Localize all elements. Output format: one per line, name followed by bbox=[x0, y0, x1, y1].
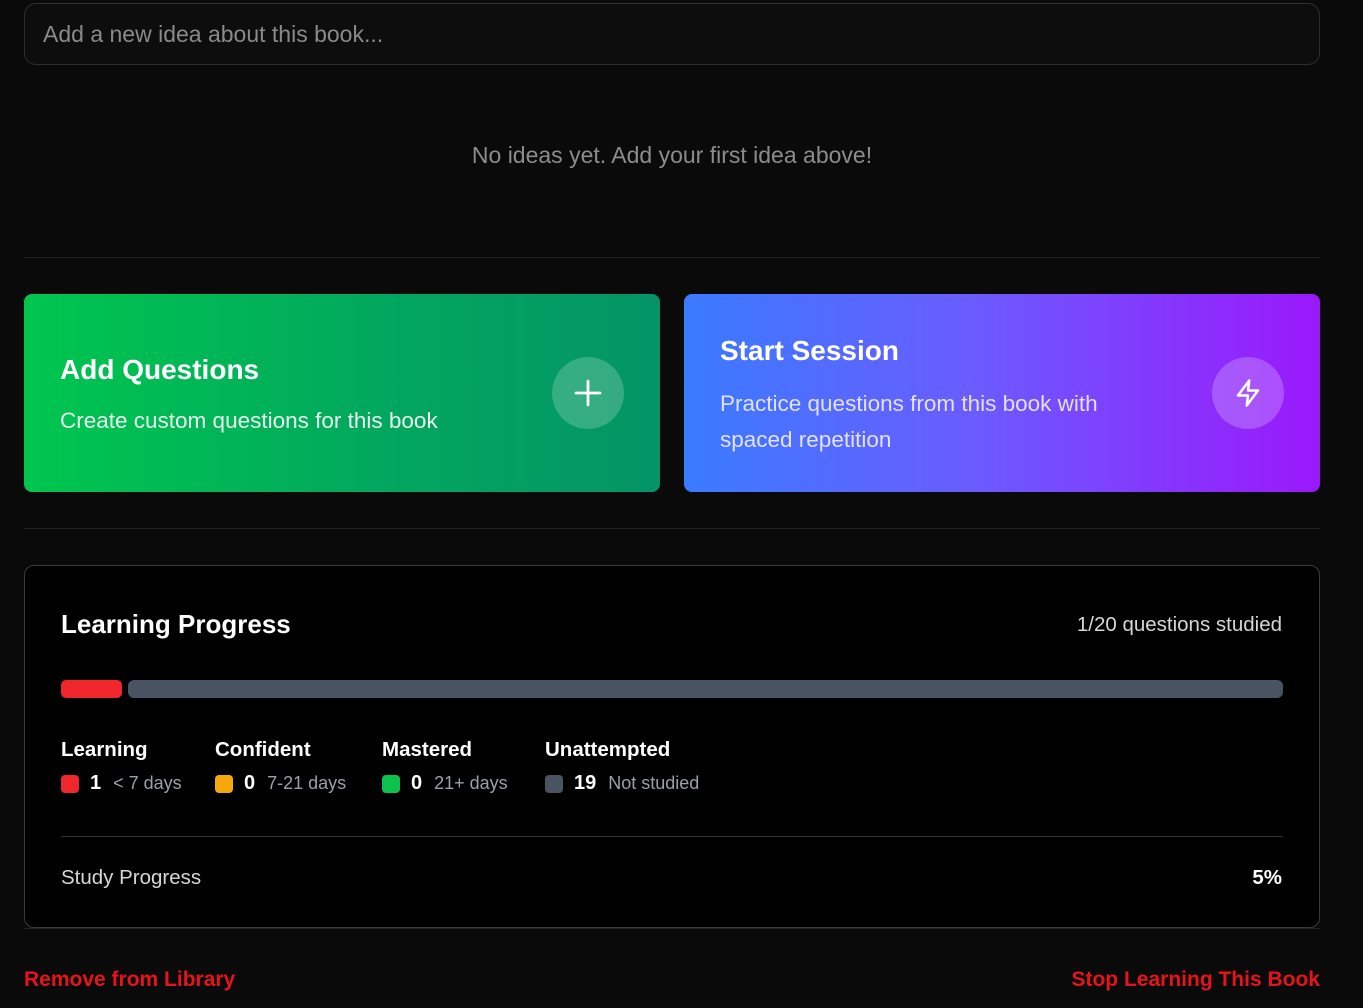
plus-icon bbox=[574, 379, 602, 407]
legend-mastered: Mastered 0 21+ days bbox=[382, 738, 508, 795]
start-session-description: Practice questions from this book with s… bbox=[720, 391, 1098, 452]
legend-count: 0 bbox=[411, 772, 423, 794]
status-dot bbox=[215, 774, 233, 793]
add-questions-button[interactable] bbox=[552, 357, 624, 429]
lightning-icon bbox=[1236, 379, 1260, 407]
ideas-empty-message: No ideas yet. Add your first idea above! bbox=[471, 142, 873, 168]
add-questions-title: Add Questions bbox=[60, 354, 260, 385]
status-dot bbox=[545, 774, 563, 793]
section-divider bbox=[24, 528, 1320, 529]
legend-description: < 7 days bbox=[113, 773, 182, 793]
legend-description: Not studied bbox=[608, 773, 700, 793]
new-idea-input[interactable] bbox=[24, 3, 1320, 65]
stop-learning-button[interactable]: Stop Learning This Book bbox=[1071, 968, 1320, 992]
progress-bar-learning-segment bbox=[61, 680, 122, 698]
legend-label: Mastered bbox=[382, 738, 473, 761]
legend-learning: Learning 1 < 7 days bbox=[61, 738, 182, 795]
study-progress-label: Study Progress bbox=[61, 866, 202, 889]
status-dot bbox=[382, 774, 400, 793]
learning-progress-title: Learning Progress bbox=[61, 609, 291, 639]
legend-label: Confident bbox=[215, 738, 311, 761]
learning-progress-card: Learning Progress 1/20 questions studied… bbox=[24, 565, 1320, 928]
legend-count: 0 bbox=[244, 772, 256, 794]
add-questions-description: Create custom questions for this book bbox=[60, 408, 438, 433]
study-progress-value: 5% bbox=[1252, 866, 1282, 889]
legend-description: 21+ days bbox=[434, 773, 508, 793]
remove-from-library-button[interactable]: Remove from Library bbox=[24, 968, 235, 992]
legend-count: 1 bbox=[90, 772, 102, 794]
legend-label: Learning bbox=[61, 738, 148, 761]
add-questions-card[interactable]: Add Questions Create custom questions fo… bbox=[24, 294, 660, 492]
start-session-card[interactable]: Start Session Practice questions from th… bbox=[684, 294, 1320, 492]
start-session-title: Start Session bbox=[720, 335, 899, 366]
legend-description: 7-21 days bbox=[267, 773, 347, 793]
status-dot bbox=[61, 774, 79, 793]
progress-bar-unattempted-segment bbox=[128, 680, 1283, 698]
legend-confident: Confident 0 7-21 days bbox=[215, 738, 346, 795]
legend-count: 19 bbox=[574, 772, 597, 794]
legend-label: Unattempted bbox=[545, 738, 671, 761]
questions-studied-count: 1/20 questions studied bbox=[1076, 613, 1282, 636]
section-divider bbox=[24, 928, 1320, 929]
legend-unattempted: Unattempted 19 Not studied bbox=[545, 738, 699, 795]
start-session-button[interactable] bbox=[1212, 357, 1284, 429]
progress-divider bbox=[61, 836, 1283, 837]
section-divider bbox=[24, 257, 1320, 258]
